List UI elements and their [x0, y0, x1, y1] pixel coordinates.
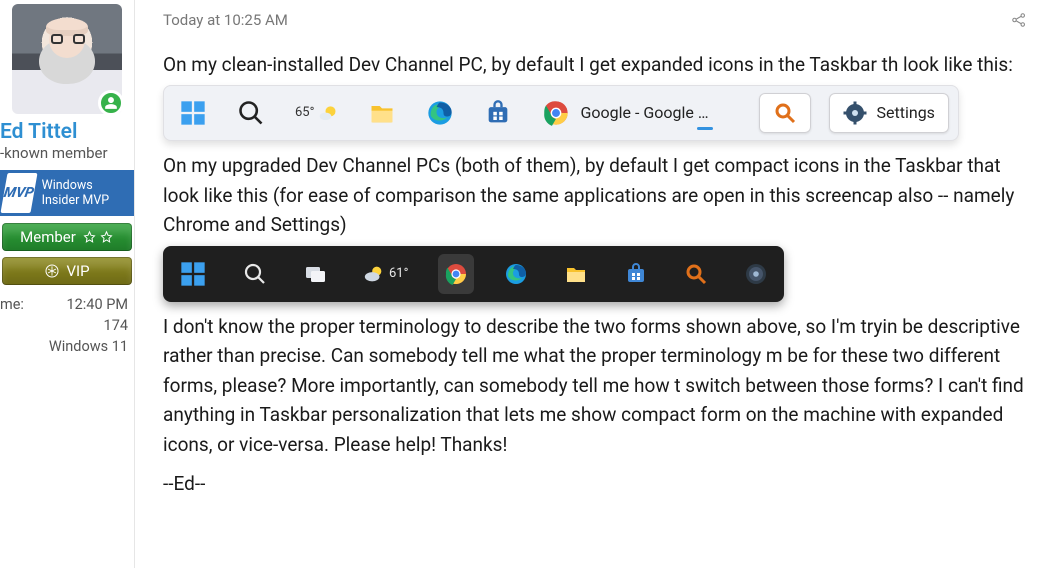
ms-store-icon — [478, 93, 518, 133]
signature: --Ed-- — [163, 469, 1038, 498]
paragraph-2: On my upgraded Dev Channel PCs (both of … — [163, 151, 1038, 239]
vip-ribbon-label: VIP — [66, 262, 89, 280]
gear-icon — [843, 101, 867, 125]
search-icon — [231, 93, 271, 133]
user-sidebar: Ed Tittel -known member MVP Windows Insi… — [0, 0, 135, 568]
post-header: Today at 10:25 AM — [163, 0, 1038, 40]
start-icon — [173, 93, 213, 133]
mvp-text: Windows Insider MVP — [42, 178, 128, 208]
post-count-value: 174 — [104, 317, 128, 334]
search-icon — [237, 254, 273, 294]
post-timestamp[interactable]: Today at 10:25 AM — [163, 11, 288, 29]
edge-icon — [498, 254, 534, 294]
weather-widget-icon: 65° — [289, 93, 344, 133]
chrome-taskbar-item: Google - Google … — [536, 93, 740, 133]
mvp-logo-icon: MVP — [0, 173, 37, 213]
os-value: Windows 11 — [49, 338, 128, 355]
member-ribbon-label: Member — [20, 228, 76, 246]
file-explorer-icon — [362, 93, 402, 133]
share-icon[interactable] — [1010, 11, 1028, 29]
start-icon — [173, 254, 213, 294]
ms-store-icon — [618, 254, 654, 294]
vip-emblem-icon — [44, 263, 60, 279]
member-ribbon: Member — [2, 223, 132, 251]
paragraph-3: I don't know the proper terminology to d… — [163, 312, 1038, 459]
user-name-link[interactable]: Ed Tittel — [0, 114, 134, 144]
weather-temp: 61° — [389, 264, 408, 284]
user-rank-label: -known member — [0, 144, 134, 168]
search-highlight-icon — [759, 93, 811, 133]
chrome-window-title: Google - Google … — [580, 101, 708, 126]
user-meta: me: 12:40 PM 174 Windows 11 — [0, 294, 134, 357]
vip-ribbon: VIP — [2, 257, 132, 285]
gear-icon — [738, 254, 774, 294]
task-view-icon — [297, 254, 333, 294]
mvp-badge: MVP Windows Insider MVP — [0, 170, 134, 216]
settings-taskbar-item: Settings — [829, 93, 949, 133]
settings-window-title: Settings — [877, 101, 935, 126]
edge-icon — [420, 93, 460, 133]
file-explorer-icon — [558, 254, 594, 294]
weather-widget-icon: 61° — [357, 254, 414, 294]
chrome-icon — [438, 254, 474, 294]
weather-temp: 65° — [295, 103, 314, 123]
post-container: Today at 10:25 AM On my clean-installed … — [135, 0, 1038, 568]
search-highlight-icon — [678, 254, 714, 294]
paragraph-1: On my clean-installed Dev Channel PC, by… — [163, 50, 1038, 79]
post-body: On my clean-installed Dev Channel PC, by… — [163, 40, 1038, 504]
star-icons — [82, 230, 114, 245]
taskbar-screenshot-expanded: 65° Google - Google … Settin — [163, 85, 959, 141]
local-time-value: 12:40 PM — [66, 296, 128, 313]
avatar[interactable] — [12, 4, 122, 114]
local-time-label: me: — [0, 296, 24, 313]
taskbar-screenshot-compact: 61° — [163, 246, 784, 302]
chrome-icon — [542, 99, 570, 127]
presence-online-icon — [98, 90, 124, 116]
